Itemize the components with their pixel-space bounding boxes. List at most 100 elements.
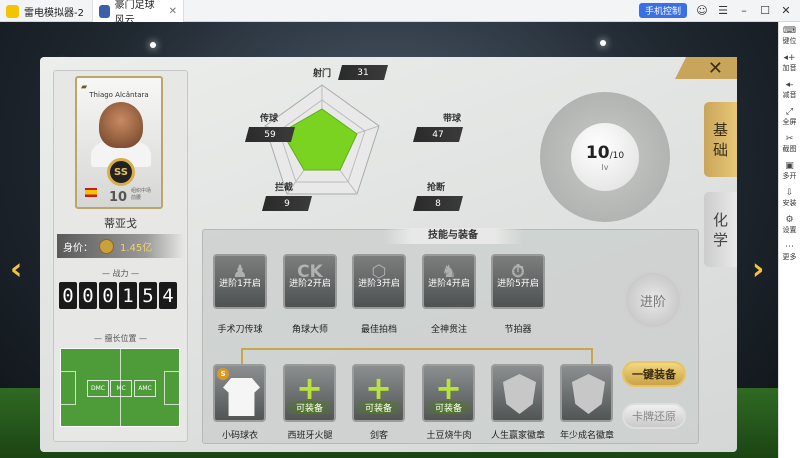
- volume-down-icon: ◂-: [785, 79, 794, 90]
- advance-button[interactable]: 进阶: [623, 270, 683, 330]
- sidebar-item-settings[interactable]: ⚙ 设置: [779, 211, 800, 238]
- stat-shot-value: 31: [338, 65, 388, 80]
- player-card[interactable]: ▰ Thiago Alcântara SS 10 组织中场 前腰: [75, 76, 163, 209]
- equipment-name: 人生赢家徽章: [490, 431, 545, 441]
- stat-shot-label: 射门: [313, 69, 332, 79]
- skill-unlock-text: 进阶4开启: [428, 279, 470, 289]
- power-digit: 4: [159, 282, 177, 309]
- sidebar-item-multi-open[interactable]: ▣ 多开: [779, 157, 800, 184]
- tab-emulator[interactable]: 雷电模拟器-2: [0, 0, 92, 22]
- sidebar-item-label: 安装: [782, 198, 797, 207]
- connector-line: [241, 348, 243, 364]
- power-digit: 5: [139, 282, 157, 309]
- minimize-icon[interactable]: –: [738, 4, 750, 17]
- close-tab-icon[interactable]: ✕: [169, 6, 177, 17]
- coin-icon: [99, 238, 114, 254]
- more-icon: ⋯: [785, 241, 794, 252]
- equipment-slot[interactable]: + 可装备: [283, 364, 336, 422]
- can-equip-tag: 可装备: [424, 401, 473, 414]
- sidebar-item-label: 设置: [782, 225, 797, 234]
- position-dmc: DMC: [87, 380, 109, 397]
- add-icon: +: [435, 369, 462, 407]
- rank-badge-icon: SS: [107, 158, 135, 186]
- emulator-logo-icon: [6, 4, 19, 18]
- keyboard-icon: ⌨: [783, 25, 796, 36]
- skill-slot[interactable]: ⏱ 进阶5开启: [491, 254, 545, 309]
- level-max: /10: [609, 150, 625, 161]
- stadium-light: [150, 42, 156, 48]
- equipment-slot[interactable]: S: [213, 364, 266, 422]
- phone-control-label: 手机控制: [644, 7, 681, 17]
- stat-pass-value: 59: [245, 127, 295, 142]
- title-bar: 雷电模拟器-2 豪门足球风云 ✕ 手机控制 ☺ ☰ – ☐ ✕: [0, 0, 800, 26]
- power-digit: 0: [99, 282, 117, 309]
- skill-unlock-text: 进阶1开启: [219, 279, 261, 289]
- equipment-slot[interactable]: + 可装备: [422, 364, 475, 422]
- badge-icon: [572, 374, 605, 414]
- equipment-name: 年少成名徽章: [559, 431, 614, 441]
- skill-name: 角球大师: [291, 325, 328, 335]
- next-player-arrow-icon[interactable]: ›: [752, 252, 764, 287]
- connector-line: [591, 348, 593, 364]
- equipment-slot[interactable]: [491, 364, 544, 422]
- stat-dribble-value: 47: [413, 127, 463, 142]
- player-info-column: ▰ Thiago Alcântara SS 10 组织中场 前腰 蒂亚戈 身价：…: [53, 70, 188, 442]
- equipment-name: 小码球衣: [221, 431, 258, 441]
- skill-slot[interactable]: ♞ 进阶4开启: [422, 254, 476, 309]
- spain-flag-icon: [85, 188, 97, 197]
- sidebar-item-label: 键位: [782, 36, 797, 45]
- menu-icon[interactable]: ☰: [717, 4, 729, 17]
- tab-basic-char: 基: [712, 120, 728, 139]
- skill-name: 全神贯注: [430, 325, 467, 335]
- equipment-slot[interactable]: + 可装备: [352, 364, 405, 422]
- level-badge: 10/10 lv: [571, 123, 639, 191]
- maximize-icon[interactable]: ☐: [759, 4, 771, 17]
- install-icon: ⇩: [785, 187, 794, 198]
- worth-value: 1.45亿: [120, 242, 153, 254]
- sidebar-item-volume-up[interactable]: ◂+ 加音: [779, 49, 800, 76]
- skill-slot[interactable]: ⬡ 进阶3开启: [352, 254, 406, 309]
- equip-all-button[interactable]: 一键装备: [622, 361, 686, 387]
- power-digit: 1: [119, 282, 137, 309]
- equipment-name: 西班牙火腿: [287, 431, 333, 441]
- worth-label: 身价：: [63, 242, 93, 254]
- connector-line: [241, 348, 591, 350]
- prev-player-arrow-icon[interactable]: ‹: [10, 252, 22, 287]
- shirt-icon: [223, 378, 260, 416]
- add-icon: +: [365, 369, 392, 407]
- tab-chemistry[interactable]: 化 学: [704, 192, 737, 267]
- sidebar-item-more[interactable]: ⋯ 更多: [779, 238, 800, 265]
- close-panel-button[interactable]: ✕: [675, 57, 737, 79]
- restore-card-button[interactable]: 卡牌还原: [622, 403, 686, 429]
- advance-label: 进阶: [639, 294, 666, 310]
- sidebar-item-fullscreen[interactable]: ⤢ 全屏: [779, 103, 800, 130]
- equipment-slot[interactable]: [560, 364, 613, 422]
- tab-basic[interactable]: 基 础: [704, 102, 737, 177]
- level-unit: lv: [601, 162, 609, 172]
- emulator-sidebar: ⌨ 键位 ◂+ 加音 ◂- 减音 ⤢ 全屏 ✂ 截图 ▣ 多开 ⇩ 安装 ⚙ 设置 ⋯ 更多: [778, 22, 800, 458]
- tab-basic-char: 础: [712, 140, 728, 159]
- sidebar-item-screenshot[interactable]: ✂ 截图: [779, 130, 800, 157]
- player-detail-panel: ✕ ▰ Thiago Alcântara SS 10 组织中场 前腰 蒂亚戈 身…: [40, 57, 737, 452]
- sidebar-item-keyboard[interactable]: ⌨ 键位: [779, 22, 800, 49]
- account-icon[interactable]: ☺: [696, 4, 708, 17]
- grade-badge-icon: S: [217, 368, 229, 380]
- fullscreen-icon: ⤢: [785, 106, 794, 117]
- level-value: 10: [585, 142, 610, 163]
- sidebar-item-install[interactable]: ⇩ 安装: [779, 184, 800, 211]
- sidebar-item-volume-down[interactable]: ◂- 减音: [779, 76, 800, 103]
- position-mc: MC: [110, 380, 132, 397]
- stat-dribble-label: 带球: [443, 114, 462, 124]
- tab-game[interactable]: 豪门足球风云 ✕: [92, 0, 184, 26]
- skill-slot[interactable]: CK 进阶2开启: [283, 254, 337, 309]
- sidebar-item-label: 多开: [782, 171, 797, 180]
- phone-control-button[interactable]: 手机控制: [638, 3, 687, 18]
- badge-icon: [503, 374, 536, 414]
- position-field: DMC MC AMC: [60, 348, 180, 427]
- player-name: 蒂亚戈: [104, 217, 137, 230]
- close-icon[interactable]: ✕: [780, 4, 792, 17]
- tab-emulator-label: 雷电模拟器-2: [24, 7, 84, 19]
- skill-slot[interactable]: ♟ 进阶1开启: [213, 254, 267, 309]
- tab-chem-char: 学: [712, 230, 728, 249]
- card-tier-icon: ▰: [81, 82, 88, 91]
